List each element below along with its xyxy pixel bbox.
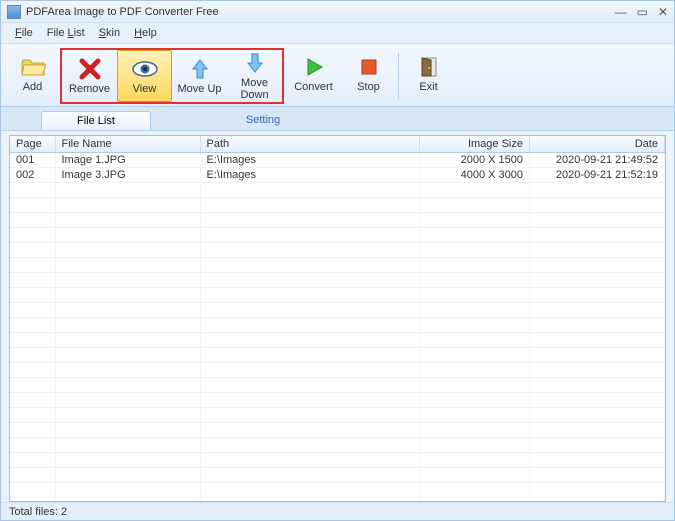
highlighted-group: Remove View Move Up Move Down — [60, 48, 284, 104]
table-row — [10, 243, 665, 258]
menu-skin[interactable]: Skin — [93, 25, 126, 41]
cell-page: 002 — [10, 168, 55, 183]
table-row — [10, 198, 665, 213]
remove-button[interactable]: Remove — [62, 50, 117, 102]
cell-page: 001 — [10, 153, 55, 168]
table-row — [10, 348, 665, 363]
cell-path: E:\Images — [200, 153, 420, 168]
view-label: View — [133, 83, 157, 95]
col-page[interactable]: Page — [10, 136, 55, 153]
cell-date: 2020-09-21 21:49:52 — [530, 153, 665, 168]
cell-filename: Image 3.JPG — [55, 168, 200, 183]
table-row[interactable]: 001Image 1.JPGE:\Images2000 X 15002020-0… — [10, 153, 665, 168]
menu-filelist[interactable]: File List — [41, 25, 91, 41]
arrow-up-icon — [186, 58, 214, 80]
app-icon — [7, 5, 21, 19]
table-row — [10, 393, 665, 408]
convert-label: Convert — [294, 81, 333, 93]
table-row — [10, 453, 665, 468]
content-area: Page File Name Path Image Size Date 001I… — [1, 131, 674, 502]
cell-date: 2020-09-21 21:52:19 — [530, 168, 665, 183]
add-button[interactable]: Add — [5, 48, 60, 100]
table-row — [10, 363, 665, 378]
app-window: PDFArea Image to PDF Converter Free — ▭ … — [0, 0, 675, 521]
table-header-row: Page File Name Path Image Size Date — [10, 136, 665, 153]
table-row — [10, 333, 665, 348]
arrow-down-icon — [241, 52, 269, 74]
col-date[interactable]: Date — [530, 136, 665, 153]
cell-path: E:\Images — [200, 168, 420, 183]
minimize-button[interactable]: — — [615, 6, 627, 18]
col-filename[interactable]: File Name — [55, 136, 200, 153]
toolbar-separator — [398, 53, 399, 99]
table-row[interactable]: 002Image 3.JPGE:\Images4000 X 30002020-0… — [10, 168, 665, 183]
stop-label: Stop — [357, 81, 380, 93]
close-button[interactable]: ✕ — [658, 6, 668, 18]
eye-icon — [131, 58, 159, 80]
table-row — [10, 378, 665, 393]
stop-button[interactable]: Stop — [341, 48, 396, 100]
moveup-button[interactable]: Move Up — [172, 50, 227, 102]
view-button[interactable]: View — [117, 50, 172, 102]
tab-setting-label: Setting — [246, 114, 280, 126]
door-icon — [415, 56, 443, 78]
table-row — [10, 423, 665, 438]
exit-label: Exit — [419, 81, 437, 93]
cell-filename: Image 1.JPG — [55, 153, 200, 168]
folder-icon — [19, 56, 47, 78]
tab-setting[interactable]: Setting — [211, 111, 315, 130]
table-row — [10, 273, 665, 288]
table-row — [10, 483, 665, 498]
cell-imagesize: 4000 X 3000 — [420, 168, 530, 183]
toolbar: Add Remove View Move Up — [1, 44, 674, 107]
table-row — [10, 303, 665, 318]
convert-button[interactable]: Convert — [286, 48, 341, 100]
menu-help[interactable]: Help — [128, 25, 163, 41]
file-table: Page File Name Path Image Size Date 001I… — [10, 136, 665, 502]
x-icon — [76, 58, 104, 80]
file-table-wrap[interactable]: Page File Name Path Image Size Date 001I… — [9, 135, 666, 502]
table-row — [10, 258, 665, 273]
stop-icon — [355, 56, 383, 78]
tab-strip: File List Setting — [1, 107, 674, 131]
table-row — [10, 318, 665, 333]
menu-file[interactable]: File — [9, 25, 39, 41]
statusbar: Total files: 2 — [1, 502, 674, 520]
window-controls: — ▭ ✕ — [615, 6, 668, 18]
moveup-label: Move Up — [177, 83, 221, 95]
movedown-label: Move Down — [228, 77, 281, 101]
tab-filelist[interactable]: File List — [41, 111, 151, 130]
table-row — [10, 468, 665, 483]
col-path[interactable]: Path — [200, 136, 420, 153]
movedown-button[interactable]: Move Down — [227, 50, 282, 102]
table-row — [10, 408, 665, 423]
col-imagesize[interactable]: Image Size — [420, 136, 530, 153]
tab-filelist-label: File List — [77, 115, 115, 127]
table-row — [10, 228, 665, 243]
cell-imagesize: 2000 X 1500 — [420, 153, 530, 168]
status-total: Total files: 2 — [9, 506, 67, 518]
exit-button[interactable]: Exit — [401, 48, 456, 100]
table-body: 001Image 1.JPGE:\Images2000 X 15002020-0… — [10, 153, 665, 503]
table-row — [10, 288, 665, 303]
window-title: PDFArea Image to PDF Converter Free — [26, 6, 615, 18]
play-icon — [300, 56, 328, 78]
maximize-button[interactable]: ▭ — [637, 6, 648, 18]
menubar: File File List Skin Help — [1, 23, 674, 44]
titlebar: PDFArea Image to PDF Converter Free — ▭ … — [1, 1, 674, 23]
remove-label: Remove — [69, 83, 110, 95]
table-row — [10, 183, 665, 198]
table-row — [10, 213, 665, 228]
table-row — [10, 438, 665, 453]
add-label: Add — [23, 81, 43, 93]
